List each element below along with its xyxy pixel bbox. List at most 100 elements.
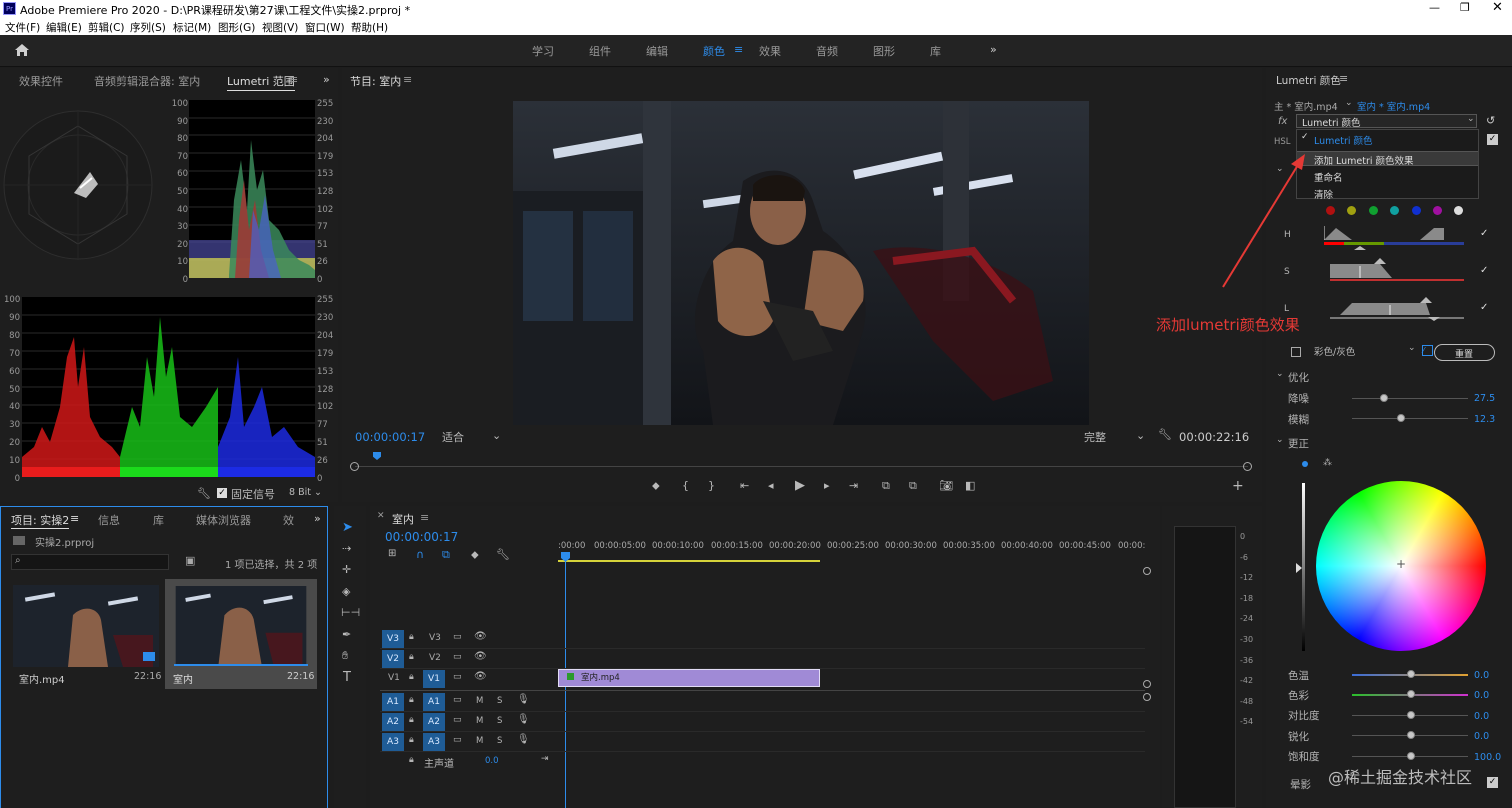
- reset-button[interactable]: 重置: [1434, 344, 1495, 361]
- visibility-eye-icon[interactable]: 👁︎: [474, 651, 487, 662]
- mute-button[interactable]: M: [476, 736, 483, 746]
- project-item-sequence[interactable]: 室内 22:16: [165, 579, 317, 689]
- blur-slider-knob[interactable]: [1397, 414, 1405, 422]
- menu-graphics[interactable]: 图形(G): [218, 20, 255, 35]
- program-playhead[interactable]: [373, 452, 381, 460]
- hue-range-slider[interactable]: [1324, 224, 1464, 250]
- temperature-knob[interactable]: [1407, 670, 1415, 678]
- dropdown-checked-item[interactable]: Lumetri 颜色: [1314, 133, 1373, 147]
- refine-section-title[interactable]: 优化: [1288, 370, 1309, 385]
- saturation-knob[interactable]: [1407, 752, 1415, 760]
- scrubber-start-handle[interactable]: [350, 462, 359, 471]
- three-wheels-icon[interactable]: ⁂: [1323, 458, 1332, 468]
- color-gray-select[interactable]: 彩色/灰色 ⌄: [1312, 343, 1417, 358]
- type-tool-icon[interactable]: T: [343, 670, 351, 685]
- swatch-green[interactable]: [1369, 206, 1378, 215]
- luma-slider-handle[interactable]: [1296, 563, 1302, 573]
- single-wheel-icon[interactable]: [1302, 461, 1308, 467]
- more-workspaces-icon[interactable]: »: [990, 43, 997, 56]
- lumetri-panel-title[interactable]: Lumetri 颜色: [1276, 73, 1341, 88]
- home-icon[interactable]: [14, 43, 30, 57]
- export-frame-icon[interactable]: 📷︎: [939, 479, 953, 492]
- dropdown-item-clear[interactable]: 清除: [1314, 187, 1333, 201]
- workspace-color[interactable]: 颜色: [703, 43, 725, 59]
- mute-button[interactable]: M: [476, 696, 483, 706]
- blur-value[interactable]: 12.3: [1474, 414, 1495, 425]
- workspace-audio[interactable]: 音频: [816, 43, 838, 59]
- toggle-sync-icon[interactable]: ▭: [453, 672, 462, 682]
- settings-wrench-icon[interactable]: 🔧︎: [1158, 428, 1172, 441]
- microphone-icon[interactable]: 🎙︎: [517, 714, 530, 725]
- lock-icon[interactable]: 🔒︎: [409, 695, 414, 705]
- tab-effect-controls[interactable]: 效果控件: [19, 73, 63, 89]
- contrast-knob[interactable]: [1407, 711, 1415, 719]
- reset-effect-icon[interactable]: ↺: [1486, 114, 1495, 127]
- add-marker-icon[interactable]: ⬥: [471, 548, 479, 562]
- hsl-row-l-checkbox[interactable]: ✓: [1480, 302, 1488, 313]
- go-to-out-icon[interactable]: ⇥: [849, 479, 858, 492]
- menu-edit[interactable]: 编辑(E): [46, 20, 82, 35]
- time-ruler[interactable]: :00:00 00:00:05:00 00:00:10:00 00:00:15:…: [558, 538, 1148, 564]
- panel-overflow-icon[interactable]: »: [323, 73, 330, 86]
- project-search-input[interactable]: ⌕: [11, 554, 169, 570]
- razor-tool-icon[interactable]: ◈: [342, 585, 350, 598]
- refine-collapse-icon[interactable]: ⌄: [1276, 369, 1284, 379]
- hsl-row-h-checkbox[interactable]: ✓: [1480, 228, 1488, 239]
- track-source-a2[interactable]: A2: [382, 713, 404, 731]
- temperature-value[interactable]: 0.0: [1474, 670, 1489, 681]
- toggle-sync-icon[interactable]: ▭: [453, 715, 462, 725]
- microphone-icon[interactable]: 🎙︎: [517, 694, 530, 705]
- workspace-effects[interactable]: 效果: [759, 43, 781, 59]
- chevron-down-icon[interactable]: ⌄: [1345, 98, 1353, 108]
- mute-button[interactable]: M: [476, 716, 483, 726]
- swatch-cyan[interactable]: [1390, 206, 1399, 215]
- program-title[interactable]: 节目: 室内: [350, 73, 401, 89]
- lock-icon[interactable]: 🔒︎: [409, 735, 414, 745]
- new-bin-icon[interactable]: ▣: [185, 554, 195, 567]
- quality-select[interactable]: 完整 ⌄: [1084, 429, 1146, 445]
- menu-file[interactable]: 文件(F): [5, 20, 40, 35]
- extract-icon[interactable]: ⧉: [909, 479, 917, 493]
- track-source-v2[interactable]: V2: [382, 650, 404, 668]
- luma-slider[interactable]: [1302, 483, 1305, 651]
- nest-toggle-icon[interactable]: ⊞: [388, 548, 396, 559]
- denoise-slider-knob[interactable]: [1380, 394, 1388, 402]
- track-source-a1[interactable]: A1: [382, 693, 404, 711]
- snap-icon[interactable]: ∩: [416, 548, 424, 561]
- master-value[interactable]: 0.0: [485, 756, 499, 766]
- toggle-sync-icon[interactable]: ▭: [453, 695, 462, 705]
- workspace-learn[interactable]: 学习: [532, 43, 554, 59]
- work-area-bar[interactable]: [558, 560, 820, 562]
- visibility-eye-icon[interactable]: 👁︎: [474, 631, 487, 642]
- lumetri-menu-icon[interactable]: ≡: [1339, 72, 1348, 85]
- toggle-sync-icon[interactable]: ▭: [453, 652, 462, 662]
- saturation-value[interactable]: 100.0: [1474, 752, 1501, 763]
- go-to-end-icon[interactable]: ⇥: [541, 754, 549, 764]
- slip-tool-icon[interactable]: ⊢⊣: [341, 606, 360, 619]
- solo-button[interactable]: S: [497, 696, 502, 706]
- color-wheel-center-icon[interactable]: +: [1396, 557, 1406, 571]
- lock-icon[interactable]: 🔒︎: [409, 652, 414, 662]
- pen-tool-icon[interactable]: ✒: [342, 628, 351, 641]
- play-icon[interactable]: ▶: [795, 478, 805, 493]
- close-icon[interactable]: ✕: [1492, 0, 1503, 15]
- track-source-a3[interactable]: A3: [382, 733, 404, 751]
- hsl-row-s-checkbox[interactable]: ✓: [1480, 265, 1488, 276]
- swatch-white[interactable]: [1454, 206, 1463, 215]
- sharpen-knob[interactable]: [1407, 731, 1415, 739]
- comparison-view-icon[interactable]: ◧: [965, 479, 975, 492]
- swatch-red[interactable]: [1326, 206, 1335, 215]
- menu-view[interactable]: 视图(V): [262, 20, 298, 35]
- swatch-magenta[interactable]: [1433, 206, 1442, 215]
- menu-help[interactable]: 帮助(H): [351, 20, 388, 35]
- fit-select[interactable]: 适合 ⌄: [442, 429, 502, 445]
- dropdown-item-rename[interactable]: 重命名: [1314, 170, 1343, 184]
- solo-button[interactable]: S: [497, 736, 502, 746]
- tab-project-menu-icon[interactable]: ≡: [70, 512, 79, 525]
- lock-icon[interactable]: 🔒︎: [409, 715, 414, 725]
- tab-menu-icon[interactable]: ≡: [289, 73, 298, 86]
- dropdown-item-add[interactable]: 添加 Lumetri 颜色效果: [1297, 151, 1478, 167]
- ripple-edit-tool-icon[interactable]: ✛: [342, 563, 351, 576]
- sequence-menu-icon[interactable]: ≡: [420, 511, 429, 524]
- tab-project[interactable]: 项目: 实操2: [11, 512, 70, 529]
